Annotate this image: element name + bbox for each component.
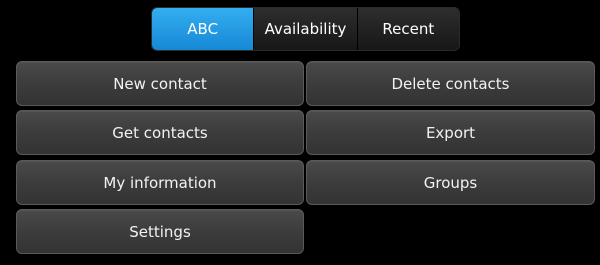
view-tab-bar: ABC Availability Recent (151, 7, 460, 51)
my-information-button[interactable]: My information (16, 160, 304, 205)
groups-button[interactable]: Groups (306, 160, 595, 205)
export-button[interactable]: Export (306, 110, 595, 155)
tab-recent[interactable]: Recent (356, 8, 459, 50)
app-menu-screen: ABC Availability Recent New contact Dele… (0, 0, 600, 265)
new-contact-button[interactable]: New contact (16, 61, 304, 106)
tab-abc[interactable]: ABC (152, 8, 254, 50)
tab-availability[interactable]: Availability (253, 8, 357, 50)
delete-contacts-button[interactable]: Delete contacts (306, 61, 595, 106)
get-contacts-button[interactable]: Get contacts (16, 110, 304, 155)
settings-button[interactable]: Settings (16, 209, 304, 254)
